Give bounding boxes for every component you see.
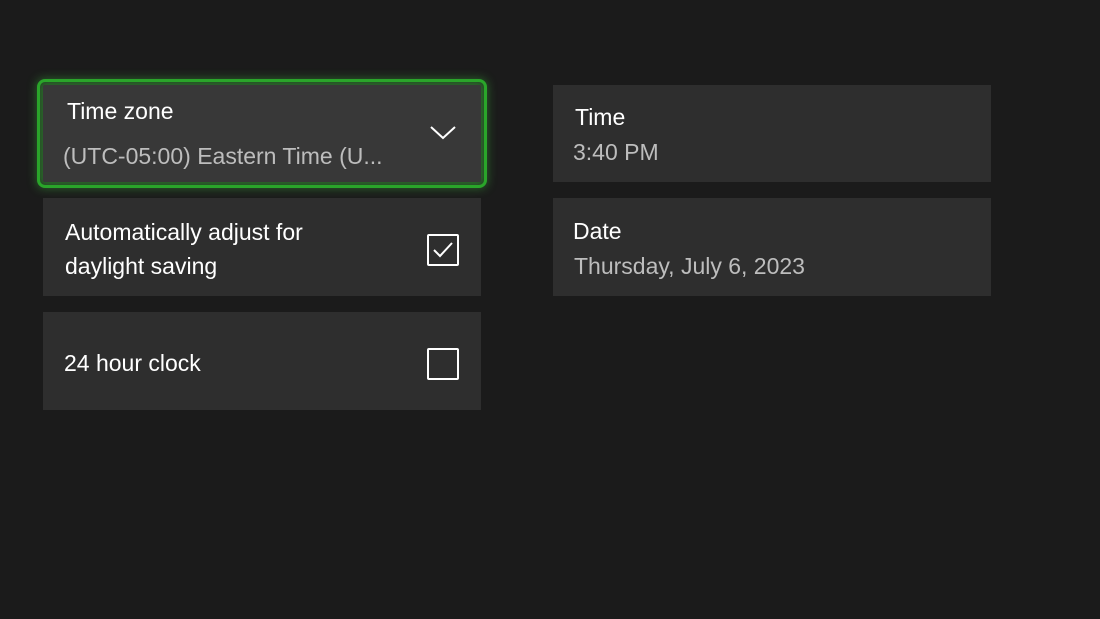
chevron-down-icon [430, 125, 456, 146]
24-hour-clock-checkbox[interactable] [427, 348, 459, 380]
time-label: Time [575, 104, 626, 130]
timezone-label: Time zone [67, 98, 174, 124]
24-hour-clock-label: 24 hour clock [64, 350, 201, 376]
date-setting[interactable]: Date Thursday, July 6, 2023 [553, 198, 991, 296]
daylight-saving-checkbox[interactable] [427, 234, 459, 266]
checkmark-icon [433, 242, 453, 258]
time-value: 3:40 PM [573, 139, 659, 165]
time-setting[interactable]: Time 3:40 PM [553, 85, 991, 182]
daylight-saving-label: Automatically adjust for daylight saving [65, 219, 303, 279]
date-label: Date [573, 218, 622, 244]
timezone-value: (UTC-05:00) Eastern Time (U... [63, 143, 383, 169]
date-value: Thursday, July 6, 2023 [574, 253, 805, 279]
daylight-saving-option[interactable]: Automatically adjust for daylight saving [43, 198, 481, 296]
timezone-dropdown[interactable]: Time zone (UTC-05:00) Eastern Time (U... [37, 79, 487, 188]
24-hour-clock-option[interactable]: 24 hour clock [43, 312, 481, 410]
